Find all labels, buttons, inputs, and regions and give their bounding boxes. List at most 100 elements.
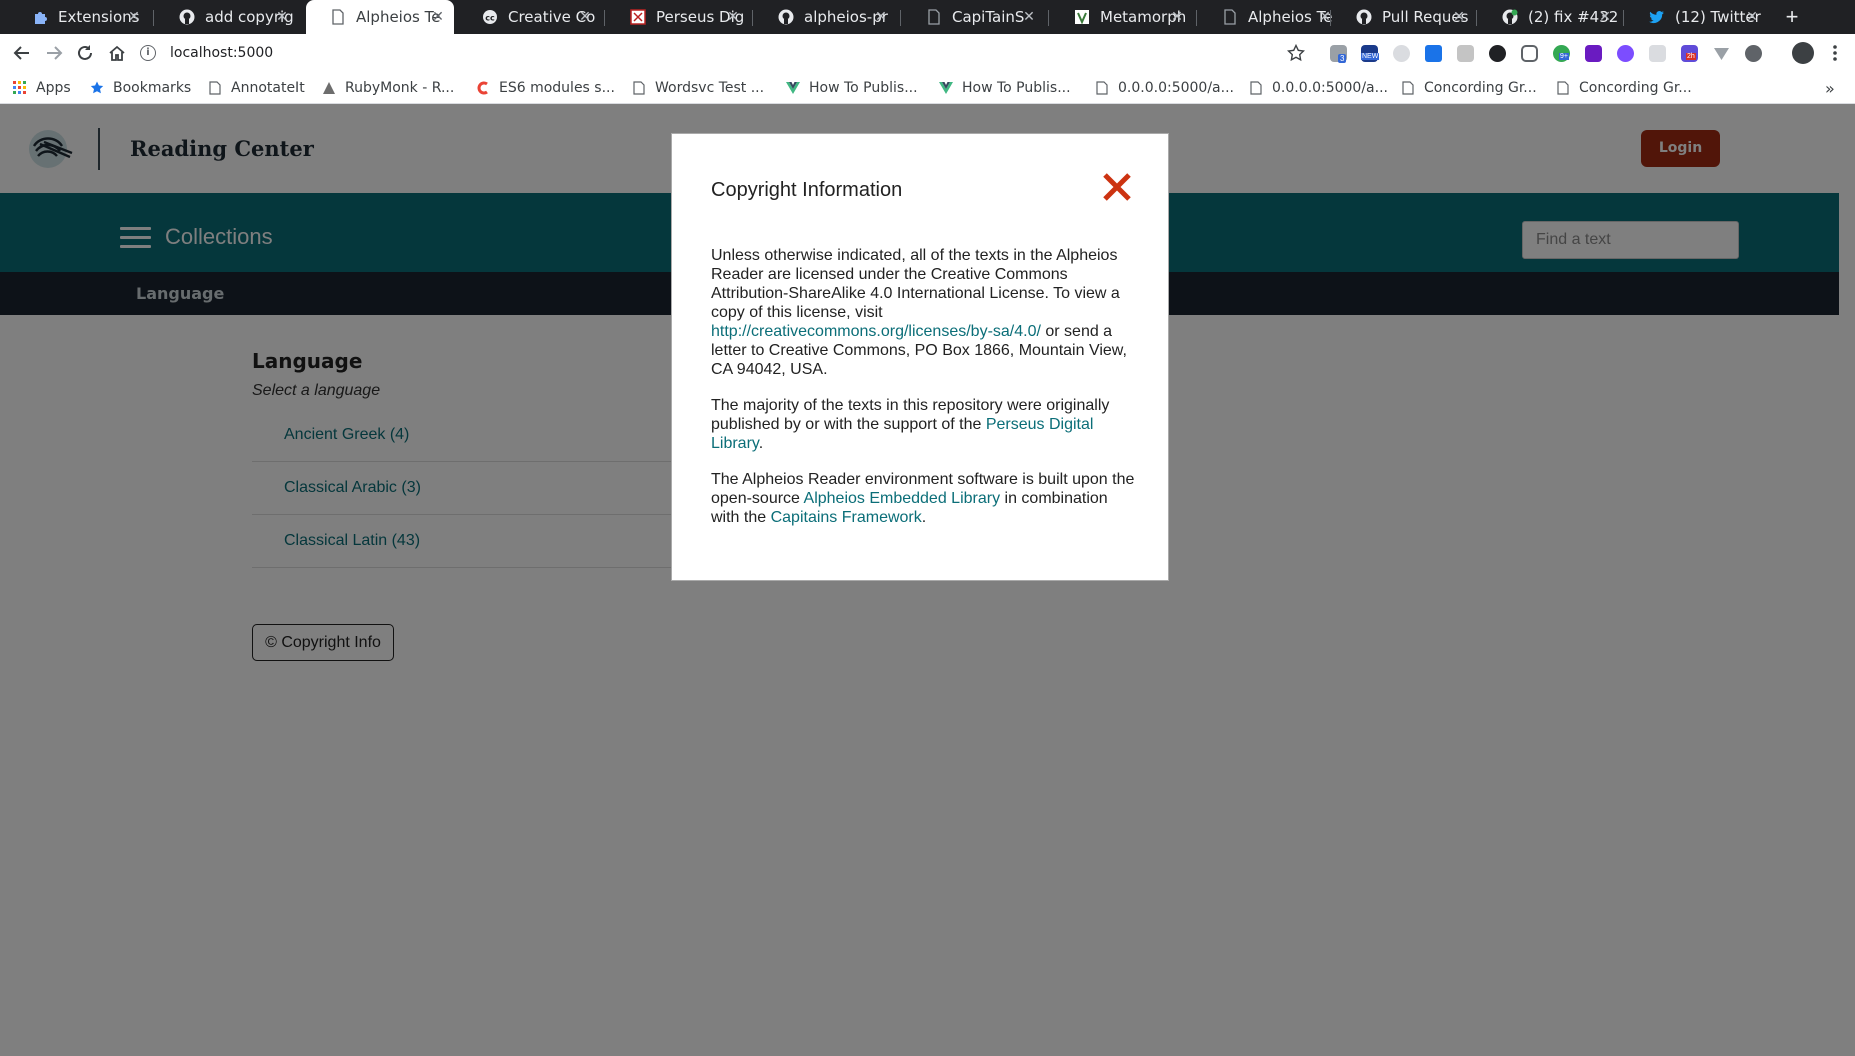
star-outline-icon <box>1287 44 1305 62</box>
bookmark-how-to-publish-1[interactable]: How To Publis... <box>785 72 918 104</box>
close-icon[interactable]: ✕ <box>1597 9 1613 25</box>
pocket-icon[interactable] <box>1521 45 1538 62</box>
tab-creative-commons[interactable]: cc Creative Co ✕ <box>458 0 601 34</box>
bookmark-concording-2[interactable]: Concording Gr... <box>1555 72 1692 104</box>
bookmark-label: Apps <box>36 80 71 96</box>
tab-fix-432[interactable]: (2) fix #432 ✕ <box>1478 0 1621 34</box>
page-icon <box>1555 80 1571 96</box>
metamorph-icon <box>1074 9 1090 25</box>
page-icon <box>926 9 942 25</box>
apps-grid-icon <box>12 80 28 96</box>
extension-icon[interactable] <box>1649 45 1666 62</box>
extension-icon[interactable]: 3 <box>1330 45 1347 63</box>
extension-icon[interactable] <box>1745 45 1762 62</box>
bookmark-wordsvc[interactable]: Wordsvc Test ... <box>631 72 764 104</box>
info-icon[interactable]: i <box>140 45 156 61</box>
tab-add-copyright[interactable]: add copyrig ✕ <box>155 0 298 34</box>
copyright-modal: Copyright Information Unless otherwise i… <box>671 133 1169 581</box>
extension-icon[interactable] <box>1489 45 1506 62</box>
rubymonk-icon <box>321 80 337 96</box>
back-button[interactable] <box>8 39 36 67</box>
perseus-paragraph: The majority of the texts in this reposi… <box>711 396 1136 453</box>
tab-separator <box>1330 10 1331 26</box>
menu-button[interactable] <box>1821 39 1849 67</box>
tab-separator <box>604 10 605 26</box>
close-icon[interactable]: ✕ <box>1169 9 1185 25</box>
bookmark-annotateit[interactable]: AnnotateIt <box>207 72 305 104</box>
bookmark-apps[interactable]: Apps <box>12 72 71 104</box>
close-icon[interactable]: ✕ <box>725 9 741 25</box>
kebab-menu-icon <box>1833 45 1837 61</box>
forward-button[interactable] <box>40 39 68 67</box>
close-icon[interactable]: ✕ <box>1451 9 1467 25</box>
extension-icon[interactable] <box>1457 45 1474 62</box>
home-button[interactable] <box>103 39 131 67</box>
tab-metamorph[interactable]: Metamorph ✕ <box>1050 0 1193 34</box>
modal-body: Unless otherwise indicated, all of the t… <box>711 246 1136 544</box>
tab-extensions[interactable]: Extensions ✕ <box>8 0 150 34</box>
tab-pull-requests[interactable]: Pull Reques ✕ <box>1332 0 1475 34</box>
tab-alpheios-active[interactable]: Alpheios Te ✕ <box>306 0 454 34</box>
bookmark-label: Bookmarks <box>113 80 192 96</box>
embedded-library-link[interactable]: Alpheios Embedded Library <box>804 490 1001 507</box>
star-icon <box>89 80 105 96</box>
new-tab-button[interactable]: + <box>1778 3 1806 31</box>
tab-alpheios-pr[interactable]: alpheios-pr ✕ <box>754 0 897 34</box>
more-bookmarks-button[interactable]: » <box>1825 72 1835 104</box>
arrow-right-icon <box>47 46 63 60</box>
punctuation: . <box>758 435 764 452</box>
address-bar[interactable]: i localhost:5000 <box>140 37 1340 69</box>
browser-toolbar: i localhost:5000 3 NEW 9+ 2h <box>0 34 1855 72</box>
bookmark-label: 0.0.0.0:5000/a... <box>1272 80 1388 96</box>
modal-title: Copyright Information <box>711 179 903 201</box>
close-icon[interactable]: ✕ <box>873 9 889 25</box>
close-icon[interactable]: ✕ <box>1744 9 1760 25</box>
bookmark-localhost-2[interactable]: 0.0.0.0:5000/a... <box>1248 72 1388 104</box>
github-icon <box>179 9 195 25</box>
tab-separator <box>752 10 753 26</box>
extension-icon[interactable] <box>1393 45 1410 62</box>
tab-capitains[interactable]: CapiTainS ✕ <box>902 0 1045 34</box>
bookmark-star-button[interactable] <box>1282 39 1310 67</box>
license-link[interactable]: http://creativecommons.org/licenses/by-s… <box>711 323 1041 340</box>
license-text: Unless otherwise indicated, all of the t… <box>711 247 1120 321</box>
tab-perseus[interactable]: Perseus Dig ✕ <box>606 0 749 34</box>
tab-separator <box>153 10 154 26</box>
close-icon[interactable]: ✕ <box>577 9 593 25</box>
extension-icon[interactable]: NEW <box>1361 45 1380 62</box>
svg-text:cc: cc <box>485 14 495 23</box>
license-paragraph: Unless otherwise indicated, all of the t… <box>711 246 1136 379</box>
extension-icon[interactable] <box>1585 45 1602 62</box>
tab-alpheios-2[interactable]: Alpheios Te ✕ <box>1198 0 1341 34</box>
software-paragraph: The Alpheios Reader environment software… <box>711 470 1136 527</box>
tab-twitter[interactable]: (12) Twitter ✕ <box>1625 0 1768 34</box>
home-icon <box>109 45 125 61</box>
bookmark-bookmarks[interactable]: Bookmarks <box>89 72 191 104</box>
tab-separator <box>1196 10 1197 26</box>
close-icon[interactable]: ✕ <box>430 9 446 25</box>
extension-icon[interactable]: 2h <box>1681 45 1698 62</box>
vue-icon <box>785 80 801 96</box>
bookmark-localhost-1[interactable]: 0.0.0.0:5000/a... <box>1094 72 1234 104</box>
puzzle-icon[interactable] <box>1425 45 1442 62</box>
extension-icon[interactable] <box>1713 45 1730 62</box>
avatar[interactable] <box>1792 42 1814 64</box>
close-icon[interactable]: ✕ <box>274 9 290 25</box>
extension-icon[interactable] <box>1617 45 1634 62</box>
reload-button[interactable] <box>71 39 99 67</box>
close-icon[interactable]: ✕ <box>126 9 142 25</box>
bookmark-concording-1[interactable]: Concording Gr... <box>1400 72 1537 104</box>
colorful-c-icon <box>475 80 491 96</box>
extension-icon[interactable]: 9+ <box>1553 45 1570 62</box>
close-icon[interactable]: ✕ <box>1021 9 1037 25</box>
puzzle-icon <box>32 9 48 25</box>
bookmark-rubymonk[interactable]: RubyMonk - R... <box>321 72 454 104</box>
page-icon <box>330 9 346 25</box>
bookmark-es6-modules[interactable]: ES6 modules s... <box>475 72 615 104</box>
url-text: localhost:5000 <box>170 45 274 61</box>
tab-separator <box>900 10 901 26</box>
bookmark-label: RubyMonk - R... <box>345 80 455 96</box>
bookmark-how-to-publish-2[interactable]: How To Publis... <box>938 72 1071 104</box>
capitains-link[interactable]: Capitains Framework <box>771 509 922 526</box>
close-icon[interactable] <box>1100 170 1134 204</box>
